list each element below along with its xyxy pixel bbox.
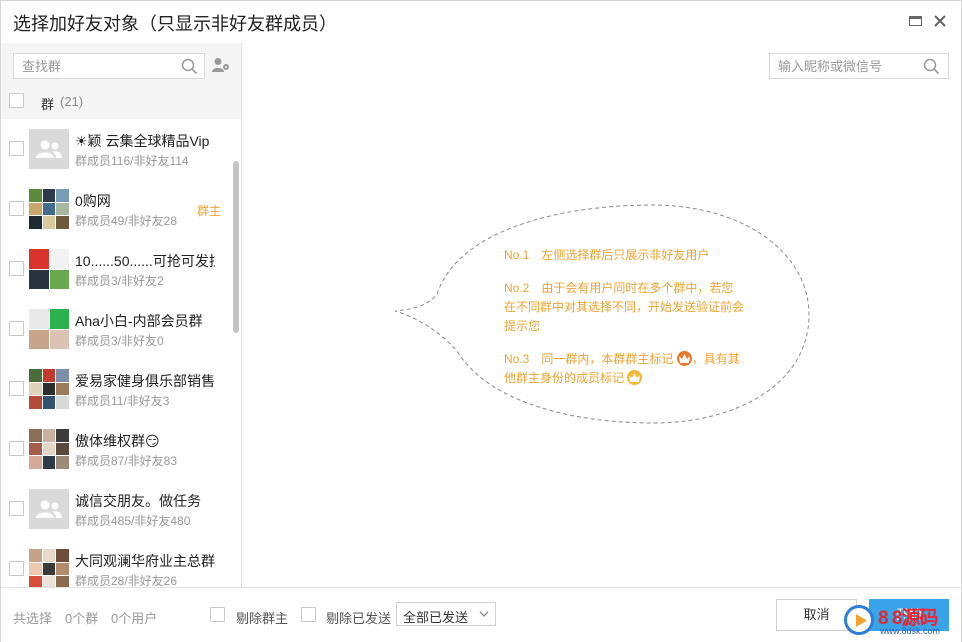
member-search-input[interactable] bbox=[778, 58, 918, 74]
group-item[interactable]: 诚信交朋友。做任务 群成员485/非好友480 bbox=[1, 479, 241, 539]
group-member-count: 群成员28/非好友26 bbox=[75, 574, 178, 587]
group-avatar bbox=[29, 429, 69, 469]
group-name: 10......50......可抢可发拉 bbox=[75, 253, 215, 269]
group-avatar bbox=[29, 489, 69, 529]
group-avatar bbox=[29, 369, 69, 409]
total-selected-label: 共选择 bbox=[13, 611, 53, 626]
group-checkbox[interactable] bbox=[9, 321, 24, 336]
group-name: 0购网 bbox=[75, 193, 111, 209]
person-settings-icon[interactable] bbox=[212, 57, 230, 73]
group-member-count: 群成员11/非好友3 bbox=[75, 394, 170, 408]
close-icon bbox=[934, 15, 946, 27]
member-search[interactable] bbox=[769, 53, 949, 79]
group-name: 傲体维权群😏 bbox=[75, 433, 160, 449]
group-search[interactable] bbox=[13, 53, 205, 79]
group-checkbox[interactable] bbox=[9, 441, 24, 456]
remove-sent-checkbox[interactable] bbox=[301, 607, 316, 622]
watermark-url: www.8dsk.com bbox=[880, 626, 941, 636]
chevron-down-icon bbox=[479, 611, 489, 617]
group-header-label: 群 bbox=[41, 97, 55, 112]
group-list: ☀颖 云集全球精品Vip 群成员116/非好友114 0购网 群成员49/非好友… bbox=[1, 119, 241, 587]
play-icon bbox=[844, 605, 874, 635]
group-checkbox[interactable] bbox=[9, 201, 24, 216]
people-icon bbox=[36, 140, 62, 158]
group-avatar bbox=[29, 249, 69, 289]
remove-owner-checkbox[interactable] bbox=[210, 607, 225, 622]
group-item[interactable]: Aha小白-内部会员群 群成员3/非好友0 bbox=[1, 299, 241, 359]
owner-badge: 群主 bbox=[197, 204, 222, 218]
group-item[interactable]: 0购网 群成员49/非好友28 群主 bbox=[1, 179, 241, 239]
group-name: Aha小白-内部会员群 bbox=[75, 313, 203, 329]
tip-text: No.1 左侧选择群后只展示非好友用户 No.2 由于会有用户同时在多个群中，若… bbox=[504, 246, 744, 402]
search-icon[interactable] bbox=[923, 58, 940, 75]
tip-3: No.3 同一群内，本群群主标记 ，具有其他群主身份的成员标记 bbox=[504, 350, 744, 388]
owner-crown-icon bbox=[676, 351, 692, 366]
search-icon[interactable] bbox=[181, 58, 198, 75]
group-item[interactable]: 10......50......可抢可发拉 群成员3/非好友2 bbox=[1, 239, 241, 299]
remove-owner-label: 剔除群主 bbox=[236, 611, 289, 626]
group-search-input[interactable] bbox=[22, 58, 172, 74]
group-member-count: 群成员116/非好友114 bbox=[75, 154, 189, 168]
group-checkbox[interactable] bbox=[9, 141, 24, 156]
group-name: 大同观澜华府业主总群 bbox=[75, 553, 215, 569]
group-header-count: (21) bbox=[60, 94, 84, 109]
sent-filter-dropdown[interactable]: 全部已发送 bbox=[396, 602, 496, 626]
group-sidebar: 群 (21) ☀颖 云集全球精品Vip 群成员116/非好友114 bbox=[1, 43, 242, 587]
group-member-count: 群成员485/非好友480 bbox=[75, 514, 191, 528]
group-member-count: 群成员3/非好友0 bbox=[75, 334, 164, 348]
group-avatar bbox=[29, 549, 69, 587]
group-member-count: 群成员49/非好友28 bbox=[75, 214, 178, 228]
group-name: ☀颖 云集全球精品Vip bbox=[75, 133, 210, 149]
admin-crown-icon bbox=[627, 370, 643, 385]
group-checkbox[interactable] bbox=[9, 561, 24, 576]
tip-3-text-a: No.3 同一群内，本群群主标记 bbox=[504, 352, 674, 366]
watermark-logo: 8 8源码 www.8dsk.com bbox=[844, 603, 962, 642]
group-avatar bbox=[29, 309, 69, 349]
maximize-button[interactable] bbox=[907, 12, 925, 30]
sent-filter-value: 全部已发送 bbox=[403, 610, 469, 625]
group-item[interactable]: 傲体维权群😏 群成员87/非好友83 bbox=[1, 419, 241, 479]
group-avatar bbox=[29, 129, 69, 169]
select-all-checkbox[interactable] bbox=[9, 93, 24, 108]
group-avatar bbox=[29, 189, 69, 229]
group-checkbox[interactable] bbox=[9, 501, 24, 516]
group-checkbox[interactable] bbox=[9, 261, 24, 276]
group-list-header: 群 (21) bbox=[1, 89, 241, 115]
dialog-title: 选择加好友对象（只显示非好友群成员） bbox=[13, 14, 337, 34]
selected-groups-count: 0个群 bbox=[65, 611, 99, 626]
people-icon bbox=[36, 500, 62, 518]
remove-sent-label: 剔除已发送 bbox=[326, 611, 392, 626]
group-list-scrollbar[interactable] bbox=[233, 161, 239, 333]
group-item[interactable]: ☀颖 云集全球精品Vip 群成员116/非好友114 bbox=[1, 119, 241, 179]
tip-1: No.1 左侧选择群后只展示非好友用户 bbox=[504, 248, 710, 262]
dialog-window: 选择加好友对象（只显示非好友群成员） 群 (21) bbox=[0, 0, 962, 642]
footer-bar: 共选择 0个群 0个用户 剔除群主 剔除已发送 全部已发送 取消 开始 bbox=[1, 587, 961, 642]
group-member-count: 群成员3/非好友2 bbox=[75, 274, 164, 288]
close-button[interactable] bbox=[931, 12, 949, 30]
group-member-count: 群成员87/非好友83 bbox=[75, 454, 178, 468]
title-bar[interactable]: 选择加好友对象（只显示非好友群成员） bbox=[1, 1, 961, 43]
group-name: 诚信交朋友。做任务 bbox=[75, 493, 201, 509]
maximize-icon bbox=[909, 16, 922, 26]
selected-users-count: 0个用户 bbox=[111, 611, 158, 626]
group-item[interactable]: 爱易家健身俱乐部销售 群成员11/非好友3 bbox=[1, 359, 241, 419]
tip-2: No.2 由于会有用户同时在多个群中，若您在不同群中对其选择不同，开始发送验证前… bbox=[504, 281, 745, 333]
group-item[interactable]: 大同观澜华府业主总群 群成员28/非好友26 bbox=[1, 539, 241, 587]
group-name: 爱易家健身俱乐部销售 bbox=[75, 373, 215, 389]
group-checkbox[interactable] bbox=[9, 381, 24, 396]
